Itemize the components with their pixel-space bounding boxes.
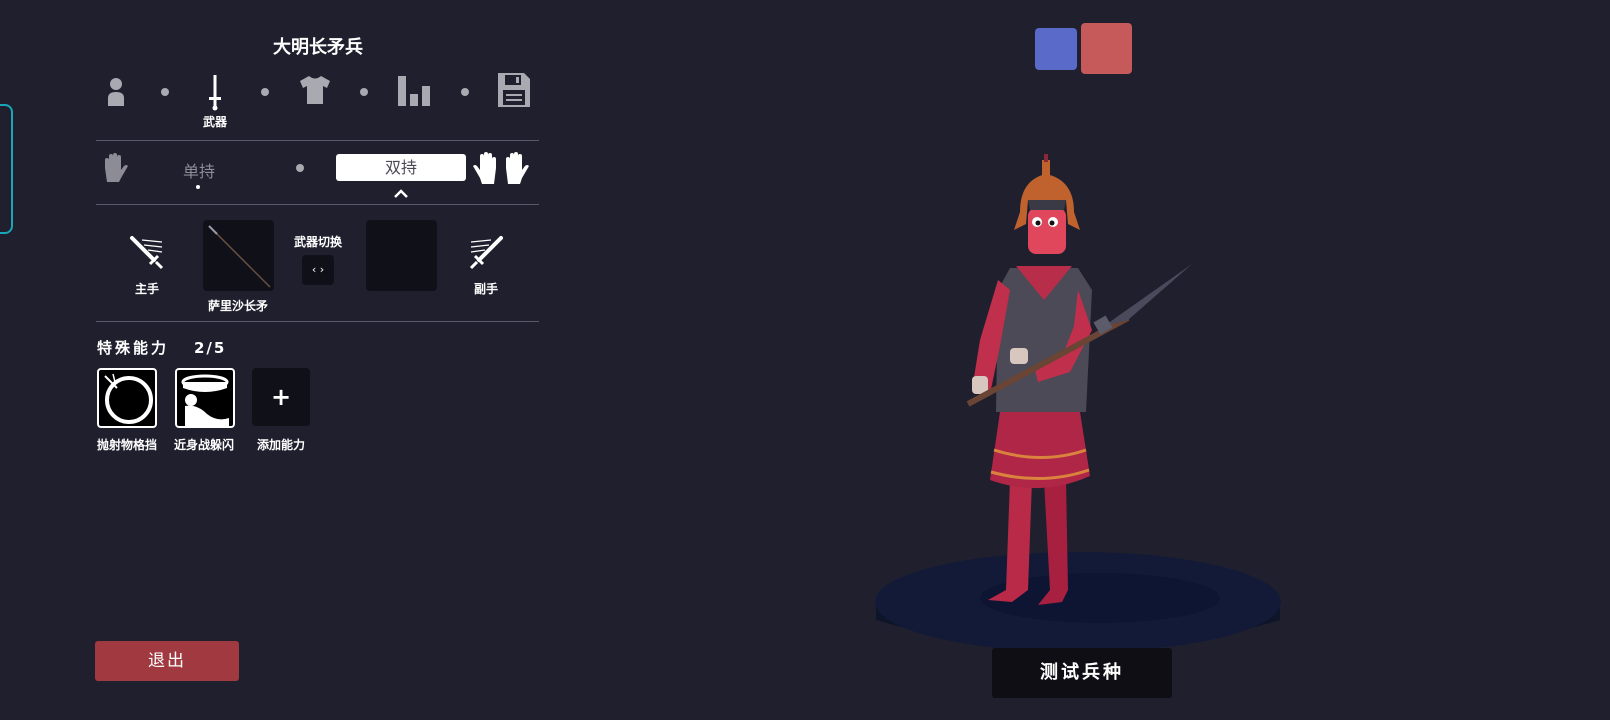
abilities-count: 2/5 (194, 339, 227, 357)
divider (96, 140, 539, 141)
team-red-swatch[interactable] (1081, 23, 1132, 74)
divider (96, 321, 539, 322)
add-ability-button[interactable]: + (252, 368, 310, 426)
main-weapon-slot[interactable] (203, 220, 274, 291)
plus-icon: + (270, 383, 292, 411)
divider (96, 204, 539, 205)
unit-preview (875, 154, 1281, 652)
projectile-block-icon (104, 373, 153, 424)
save-disk-icon (498, 73, 530, 107)
team-blue-swatch[interactable] (1035, 28, 1077, 70)
ability-melee-dodge[interactable] (175, 368, 235, 428)
hold-dual-option[interactable]: 双持 (336, 154, 466, 181)
unit-name-title: 大明长矛兵 (273, 37, 363, 58)
hold-separator-dot (296, 164, 304, 172)
off-hand-weapon-slot[interactable] (366, 220, 437, 291)
single-hand-icon[interactable] (101, 152, 129, 188)
weapon-switch-label: 武器切换 (293, 235, 342, 249)
off-hand-sword-icon (467, 234, 505, 276)
tab-save[interactable] (496, 72, 532, 108)
tab-separator-dot (161, 88, 169, 96)
tab-clothing[interactable] (296, 72, 334, 108)
spearman-figure (966, 154, 1192, 605)
tab-separator-dot (461, 88, 469, 96)
hold-single-option[interactable]: 单持 (172, 158, 226, 182)
weapon-switch-button[interactable]: ‹ › (302, 255, 334, 285)
add-ability-label: 添加能力 (256, 438, 305, 452)
ability-projectile-block-label: 抛射物格挡 (96, 438, 157, 452)
sword-icon (209, 75, 221, 111)
tab-unit-base[interactable] (104, 74, 128, 110)
exit-button[interactable]: 退出 (95, 641, 239, 681)
tab-separator-dot (360, 88, 368, 96)
single-indicator-dot (196, 185, 200, 189)
melee-dodge-icon (181, 374, 229, 426)
selected-caret-icon (393, 184, 409, 203)
spear-thumbnail-icon (208, 225, 271, 288)
dual-hands-icon[interactable] (472, 150, 532, 190)
test-unit-button[interactable]: 测试兵种 (992, 648, 1172, 698)
main-weapon-name: 萨里沙长矛 (207, 299, 268, 313)
off-hand-label: 副手 (473, 282, 498, 296)
ability-melee-dodge-label: 近身战躲闪 (173, 438, 234, 452)
person-icon (108, 78, 124, 106)
shirt-icon (300, 76, 330, 104)
tab-weapons-label: 武器 (202, 115, 227, 129)
main-hand-sword-icon (128, 234, 166, 276)
abilities-heading: 特殊能力 (97, 339, 170, 357)
side-drawer-tab[interactable] (0, 104, 13, 234)
tab-stats[interactable] (396, 72, 432, 108)
main-hand-label: 主手 (134, 282, 159, 296)
preview-platform (875, 552, 1281, 652)
tab-weapons[interactable] (200, 72, 230, 112)
stats-bars-icon (398, 76, 430, 106)
ability-projectile-block[interactable] (97, 368, 157, 428)
tab-separator-dot (261, 88, 269, 96)
